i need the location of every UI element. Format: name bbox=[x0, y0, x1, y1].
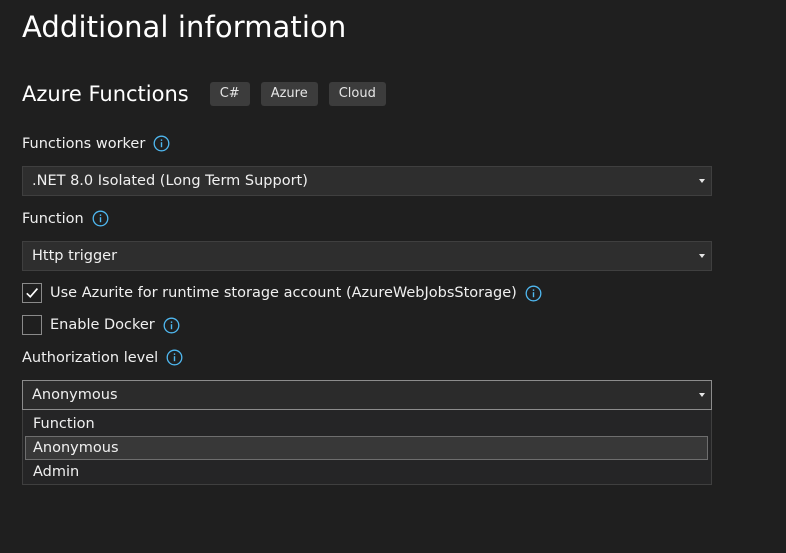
dropdown-option-anonymous[interactable]: Anonymous bbox=[25, 436, 708, 460]
chevron-down-icon bbox=[699, 254, 705, 258]
authorization-level-value: Anonymous bbox=[32, 387, 118, 403]
checkmark-icon bbox=[26, 288, 39, 299]
authorization-level-dropdown-list: Function Anonymous Admin bbox=[22, 410, 712, 485]
chevron-down-icon bbox=[699, 393, 705, 397]
function-value: Http trigger bbox=[32, 248, 118, 264]
functions-worker-label: Functions worker bbox=[22, 135, 170, 152]
tag-azure: Azure bbox=[260, 82, 318, 106]
tag-csharp: C# bbox=[209, 82, 250, 106]
use-azurite-checkbox[interactable] bbox=[22, 283, 42, 303]
info-icon[interactable] bbox=[92, 210, 109, 227]
dropdown-option-function[interactable]: Function bbox=[25, 412, 708, 436]
info-icon[interactable] bbox=[153, 135, 170, 152]
function-select[interactable]: Http trigger bbox=[22, 241, 712, 271]
info-icon[interactable] bbox=[525, 285, 542, 302]
authorization-level-label-text: Authorization level bbox=[22, 349, 159, 366]
enable-docker-row: Enable Docker bbox=[22, 315, 180, 335]
enable-docker-label: Enable Docker bbox=[50, 317, 155, 333]
use-azurite-row: Use Azurite for runtime storage account … bbox=[22, 283, 542, 303]
function-label: Function bbox=[22, 210, 109, 227]
project-header: Azure Functions C# Azure Cloud bbox=[22, 80, 397, 108]
project-template-name: Azure Functions bbox=[22, 82, 189, 106]
page-title: Additional information bbox=[22, 10, 347, 44]
functions-worker-label-text: Functions worker bbox=[22, 135, 146, 152]
info-icon[interactable] bbox=[166, 349, 183, 366]
authorization-level-select[interactable]: Anonymous bbox=[22, 380, 712, 410]
use-azurite-label: Use Azurite for runtime storage account … bbox=[50, 285, 517, 301]
dropdown-option-admin[interactable]: Admin bbox=[25, 460, 708, 484]
chevron-down-icon bbox=[699, 179, 705, 183]
function-label-text: Function bbox=[22, 210, 84, 227]
tag-cloud: Cloud bbox=[328, 82, 386, 106]
enable-docker-checkbox[interactable] bbox=[22, 315, 42, 335]
functions-worker-select[interactable]: .NET 8.0 Isolated (Long Term Support) bbox=[22, 166, 712, 196]
functions-worker-value: .NET 8.0 Isolated (Long Term Support) bbox=[32, 173, 308, 189]
authorization-level-label: Authorization level bbox=[22, 349, 183, 366]
info-icon[interactable] bbox=[163, 317, 180, 334]
additional-information-page: Additional information Azure Functions C… bbox=[0, 0, 786, 553]
